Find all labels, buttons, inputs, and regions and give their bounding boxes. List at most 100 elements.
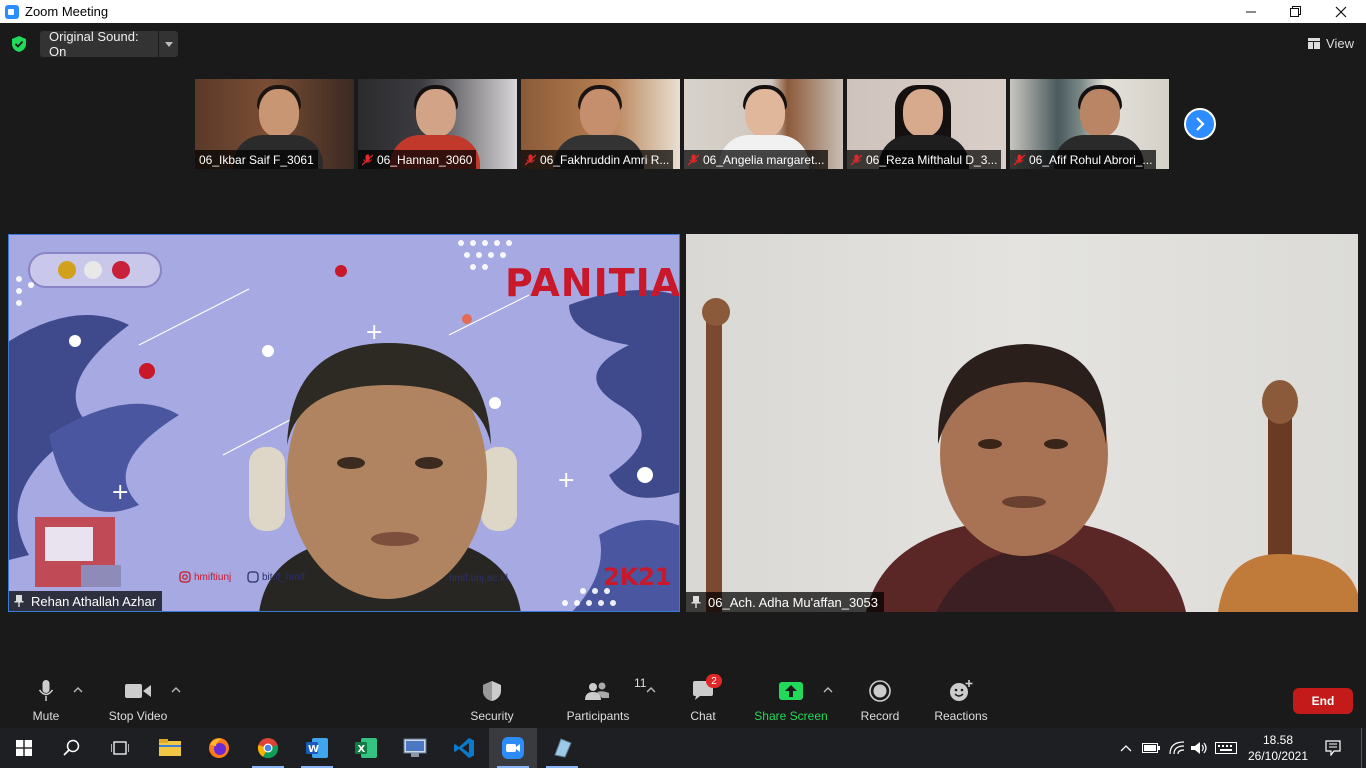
participant-thumbnail[interactable]: 06_Reza Mifthalul D_3... (847, 79, 1006, 169)
taskbar-word[interactable]: W (293, 728, 341, 768)
video-name-label: 06_Ach. Adha Mu'affan_3053 (686, 592, 884, 612)
search-icon (63, 739, 80, 756)
participant-name: 06_Hannan_3060 (377, 152, 473, 167)
chat-button[interactable]: 2 Chat (684, 674, 722, 723)
close-icon (1335, 6, 1347, 17)
shield-icon (483, 681, 501, 701)
volume-tray[interactable] (1188, 728, 1210, 768)
participants-label: Participants (566, 709, 630, 723)
main-video-tile[interactable]: 06_Ach. Adha Mu'affan_3053 (686, 234, 1358, 612)
original-sound-label: Original Sound: On (49, 29, 139, 59)
chevron-up-icon (1120, 745, 1132, 752)
taskbar-zoom[interactable] (489, 728, 537, 768)
participant-name: 06_Afif Rohul Abrori_... (1029, 152, 1153, 167)
mic-muted-icon (1014, 154, 1025, 165)
original-sound-button[interactable]: Original Sound: On (40, 29, 158, 59)
security-button[interactable]: Security (468, 678, 516, 723)
participant-face (903, 89, 943, 137)
participant-name: 06_Reza Mifthalul D_3... (866, 152, 998, 167)
participant-face (745, 89, 785, 137)
participants-options-caret-icon[interactable] (646, 686, 656, 694)
participants-button[interactable]: 11 Participants (564, 676, 647, 723)
show-desktop-button[interactable] (1361, 728, 1362, 768)
participant-thumbnail[interactable]: 06_Angelia margaret... (684, 79, 843, 169)
taskbar-search-button[interactable] (48, 728, 96, 768)
video-options-caret-icon[interactable] (171, 686, 181, 694)
wifi-tray[interactable] (1166, 728, 1188, 768)
zoom-app-icon (5, 4, 19, 19)
share-screen-button[interactable]: Share Screen (752, 678, 830, 723)
participant-face (580, 89, 620, 137)
minimize-button[interactable] (1228, 0, 1274, 23)
participants-count: 11 (634, 676, 647, 690)
taskbar-vscode[interactable] (440, 728, 488, 768)
keyboard-icon (1215, 742, 1237, 754)
view-button[interactable]: View (1308, 33, 1354, 53)
video-feed (686, 234, 1358, 612)
mic-muted-icon (362, 154, 373, 165)
next-page-button[interactable] (1184, 108, 1216, 140)
share-options-caret-icon[interactable] (823, 686, 833, 694)
battery-tray[interactable] (1140, 728, 1162, 768)
background-footer: 2K21 (603, 563, 672, 591)
task-view-button[interactable] (96, 728, 144, 768)
participant-thumbnail[interactable]: 06_Fakhruddin Amri R... (521, 79, 680, 169)
record-button[interactable]: Record (858, 678, 902, 723)
app-icon (554, 738, 572, 758)
pin-icon (14, 595, 24, 607)
original-sound-dropdown[interactable] (159, 31, 178, 57)
pin-icon (691, 596, 701, 608)
meeting-toolbar: Mute Stop Video Security 11 Participants… (0, 668, 1366, 728)
stop-video-button[interactable]: Stop Video (104, 678, 172, 723)
instagram-icon (179, 571, 191, 583)
start-button[interactable] (0, 728, 48, 768)
record-label: Record (860, 709, 900, 723)
notification-icon (1325, 740, 1341, 756)
participant-thumbnail[interactable]: 06_Hannan_3060 (358, 79, 517, 169)
background-social-2: bit.if_hmif (247, 571, 305, 583)
show-hidden-icons-button[interactable] (1118, 728, 1134, 768)
taskbar-excel[interactable]: X (342, 728, 390, 768)
background-title: PANITIA (505, 261, 680, 305)
end-meeting-button[interactable]: End (1293, 688, 1353, 714)
chevron-right-icon (1196, 117, 1205, 131)
taskbar-file-explorer[interactable] (146, 728, 194, 768)
participant-thumbnail[interactable]: 06_Ikbar Saif F_3061 (195, 79, 354, 169)
wifi-icon (1169, 741, 1185, 755)
video-participant-name: Rehan Athallah Azhar (31, 593, 157, 609)
close-button[interactable] (1318, 0, 1364, 23)
share-screen-icon (779, 682, 803, 700)
participant-face (416, 89, 456, 137)
background-social-2-text: bit.if_hmif (262, 571, 305, 583)
participant-name: 06_Angelia margaret... (703, 152, 825, 167)
restore-button[interactable] (1272, 0, 1318, 23)
participant-name: 06_Ikbar Saif F_3061 (199, 152, 314, 167)
background-site: hmif.unj.ac.id (449, 573, 508, 584)
svg-text:X: X (358, 744, 366, 755)
svg-text:+: + (365, 320, 383, 345)
action-center-button[interactable] (1320, 728, 1346, 768)
background-social-1-text: hmiftiunj (194, 571, 232, 583)
zoom-icon (502, 737, 524, 759)
svg-text:W: W (308, 744, 319, 755)
video-participant-name: 06_Ach. Adha Mu'affan_3053 (708, 594, 878, 610)
participant-thumbnail[interactable]: 06_Afif Rohul Abrori_... (1010, 79, 1169, 169)
excel-icon: X (355, 738, 377, 758)
battery-icon (1142, 743, 1160, 753)
remote-desktop-icon (403, 738, 427, 757)
mute-button[interactable]: Mute (28, 678, 64, 723)
participant-name-label: 06_Ikbar Saif F_3061 (195, 150, 318, 169)
audio-options-caret-icon[interactable] (73, 686, 83, 694)
minimize-icon (1245, 11, 1256, 13)
clock-date: 26/10/2021 (1247, 749, 1309, 763)
taskbar-clock[interactable]: 18.58 26/10/2021 (1240, 732, 1316, 764)
encryption-shield-icon[interactable] (11, 35, 27, 53)
taskbar-remote-desktop[interactable] (391, 728, 439, 768)
main-video-tile[interactable]: + + + PANITIA hmiftiunj bit.if_hmif hmif… (8, 234, 680, 612)
keyboard-tray[interactable] (1212, 728, 1240, 768)
taskbar-chrome[interactable] (244, 728, 292, 768)
taskbar-firefox[interactable] (195, 728, 243, 768)
mic-muted-icon (525, 154, 536, 165)
reactions-button[interactable]: Reactions (932, 678, 990, 723)
taskbar-app[interactable] (538, 728, 586, 768)
